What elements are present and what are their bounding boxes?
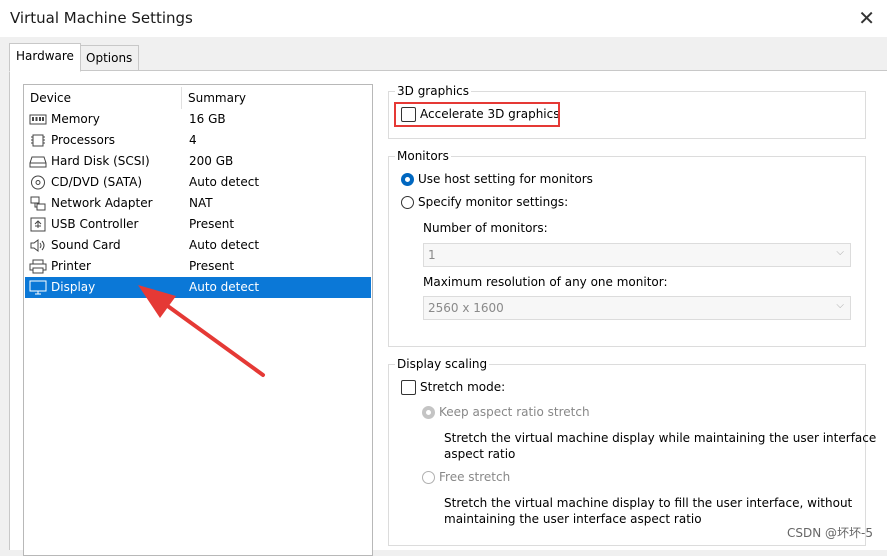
annotation-arrow [138,285,265,377]
watermark: CSDN @坏坏-5 [787,526,873,540]
tab-hardware[interactable]: Hardware [9,43,81,72]
